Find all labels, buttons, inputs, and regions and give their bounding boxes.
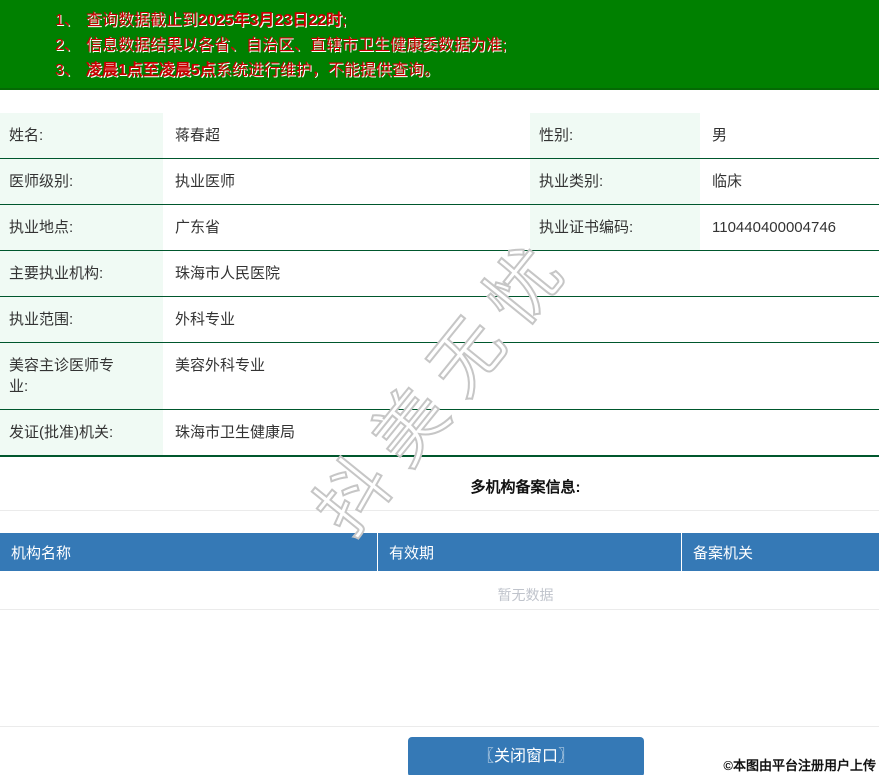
- filing-section-title: 多机构备案信息:: [470, 479, 581, 496]
- divider: [0, 510, 879, 511]
- field-value-certificate-number: 110440400004746: [712, 219, 837, 236]
- field-value-gender: 男: [712, 127, 728, 144]
- notice-text-bold: 2025年3月23日22时: [197, 12, 343, 29]
- field-value-issuing-authority: 珠海市卫生健康局: [175, 424, 296, 441]
- column-header-institution-name: 机构名称: [11, 544, 72, 562]
- field-label-name: 姓名:: [0, 113, 163, 158]
- table-row: 执业范围: 外科专业: [0, 297, 879, 343]
- notice-text-bold: 凌晨1点至凌晨5点: [85, 62, 216, 79]
- table-row: 发证(批准)机关: 珠海市卫生健康局: [0, 410, 879, 455]
- field-value-main-institution: 珠海市人民医院: [175, 265, 281, 282]
- table-row: 主要执业机构: 珠海市人民医院: [0, 251, 879, 297]
- column-header-filing-authority: 备案机关: [681, 533, 879, 571]
- field-value-cosmetic-specialty: 美容外科专业: [175, 357, 266, 374]
- field-label-gender: 性别:: [530, 113, 700, 158]
- notice-number: 1、: [55, 12, 80, 29]
- practitioner-info-table: 姓名: 蒋春超 性别: 男 医师级别: 执业医师 执业类别: 临床 执业地点: …: [0, 113, 879, 457]
- field-label-cosmetic-specialty: 美容主诊医师专 业:: [0, 343, 163, 409]
- no-data-placeholder: 暂无数据: [497, 587, 554, 603]
- practitioner-query-page: 1、 查询数据截止到2025年3月23日22时; 2、 信息数据结果以各省、自治区、…: [0, 0, 879, 775]
- divider: [0, 726, 879, 727]
- table-row: 执业地点: 广东省 执业证书编码: 110440400004746: [0, 205, 879, 251]
- filing-table-header: 机构名称 有效期 备案机关: [0, 533, 879, 571]
- field-label-issuing-authority: 发证(批准)机关:: [0, 410, 163, 455]
- notice-text: 系统进行维护，不能提供查询。: [215, 62, 440, 79]
- column-header-validity-period: 有效期: [377, 533, 681, 571]
- field-label-doctor-level: 医师级别:: [0, 159, 163, 204]
- field-value-practice-scope: 外科专业: [175, 311, 236, 328]
- notice-text: 信息数据结果以各省、自治区、直辖市卫生健康委数据为准;: [85, 37, 507, 54]
- field-label-main-institution: 主要执业机构:: [0, 251, 163, 296]
- close-window-button[interactable]: 〖关闭窗口〗: [408, 737, 644, 775]
- field-value-doctor-level: 执业医师: [175, 173, 236, 190]
- notice-number: 3、: [55, 62, 80, 79]
- notice-number: 2、: [55, 37, 80, 54]
- attribution-text: ©本图由平台注册用户上传: [723, 758, 876, 773]
- field-value-name: 蒋春超: [175, 127, 221, 144]
- notice-text: 查询数据截止到: [85, 12, 198, 29]
- notice-line-3: 3、 凌晨1点至凌晨5点系统进行维护，不能提供查询。: [55, 58, 869, 83]
- field-label-practice-scope: 执业范围:: [0, 297, 163, 342]
- field-label-practice-category: 执业类别:: [530, 159, 700, 204]
- table-row: 姓名: 蒋春超 性别: 男: [0, 113, 879, 159]
- notice-line-2: 2、 信息数据结果以各省、自治区、直辖市卫生健康委数据为准;: [55, 33, 869, 58]
- notice-line-1: 1、 查询数据截止到2025年3月23日22时;: [55, 8, 869, 33]
- field-label-certificate-number: 执业证书编码:: [530, 205, 700, 250]
- notice-text: ;: [342, 12, 347, 29]
- field-value-practice-location: 广东省: [175, 219, 221, 236]
- table-row: 医师级别: 执业医师 执业类别: 临床: [0, 159, 879, 205]
- notice-banner: 1、 查询数据截止到2025年3月23日22时; 2、 信息数据结果以各省、自治区、…: [0, 0, 879, 90]
- table-row: 美容主诊医师专 业: 美容外科专业: [0, 343, 879, 410]
- field-value-practice-category: 临床: [712, 173, 743, 190]
- field-label-practice-location: 执业地点:: [0, 205, 163, 250]
